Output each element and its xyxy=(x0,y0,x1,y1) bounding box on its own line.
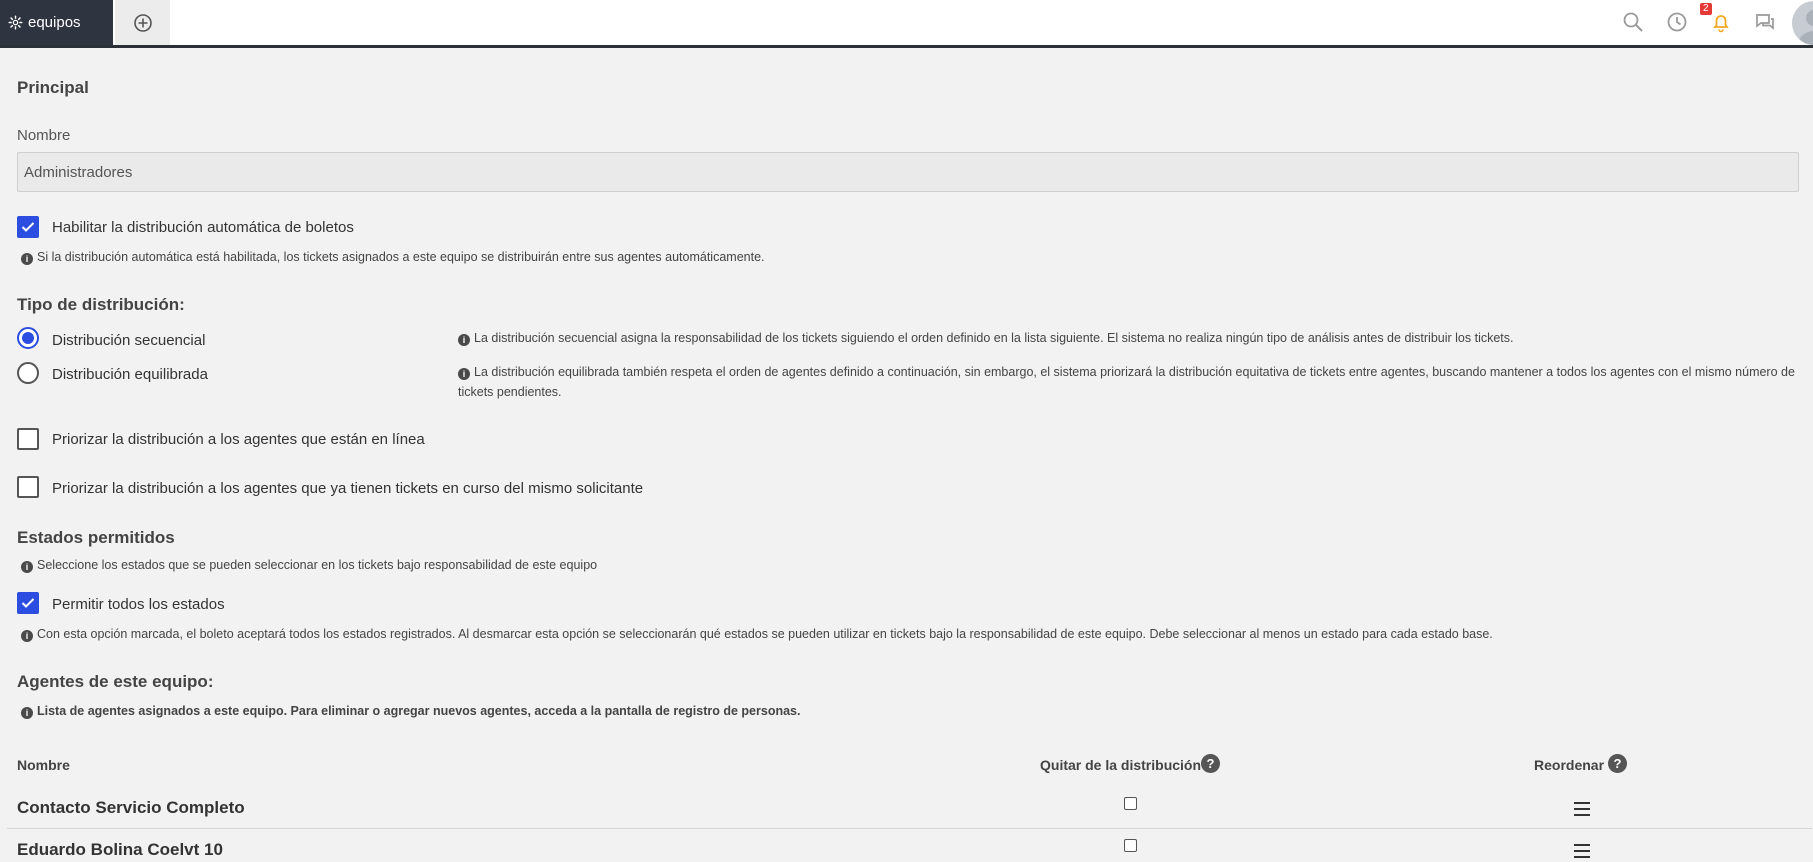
section-title-principal: Principal xyxy=(17,78,89,97)
search-button[interactable] xyxy=(1619,8,1647,36)
column-header-remove-label: Quitar de la distribución xyxy=(1040,757,1202,773)
help-icon[interactable]: ? xyxy=(1201,754,1221,773)
section-title-agents: Agentes de este equipo: xyxy=(17,672,214,691)
avatar[interactable] xyxy=(1792,1,1813,45)
tab-equipos[interactable]: equipos xyxy=(0,0,113,45)
info-icon: i xyxy=(21,707,33,719)
info-icon: i xyxy=(458,368,470,380)
info-icon: i xyxy=(21,630,33,642)
add-tab-icon xyxy=(133,13,152,32)
user-avatar-icon xyxy=(1798,10,1813,45)
prioritize-same-requester-label[interactable]: Priorizar la distribución a los agentes … xyxy=(52,480,643,497)
help-icon[interactable]: ? xyxy=(1607,754,1627,773)
balanced-distribution-label[interactable]: Distribución equilibrada xyxy=(52,366,208,383)
info-icon: i xyxy=(21,561,33,573)
agent-row-name: Contacto Servicio Completo xyxy=(17,798,245,817)
chat-icon xyxy=(1756,14,1774,30)
remove-from-distribution-checkbox[interactable] xyxy=(1124,839,1137,852)
add-tab-button[interactable] xyxy=(115,0,170,45)
section-title-states: Estados permitidos xyxy=(17,528,175,547)
row-divider xyxy=(7,828,1812,829)
check-icon xyxy=(21,598,35,608)
sequential-distribution-hint: i La distribución secuencial asigna la re… xyxy=(458,328,1808,348)
top-bar: equipos 2 xyxy=(0,0,1813,48)
states-hint: i Seleccione los estados que se pueden se… xyxy=(21,555,597,575)
column-header-reorder: Reordenar ? xyxy=(1534,754,1627,773)
prioritize-online-label[interactable]: Priorizar la distribución a los agentes … xyxy=(52,431,425,448)
auto-distribution-checkbox[interactable] xyxy=(17,216,39,238)
section-title-distribution: Tipo de distribución: xyxy=(17,295,185,314)
remove-from-distribution-checkbox[interactable] xyxy=(1124,797,1137,810)
prioritize-online-checkbox[interactable] xyxy=(17,428,39,450)
radio-sequential-distribution[interactable] xyxy=(17,327,39,349)
gear-icon xyxy=(8,15,23,30)
name-field-label: Nombre xyxy=(17,127,71,144)
balanced-distribution-hint-text: La distribución equilibrada también resp… xyxy=(458,365,1795,399)
chat-button[interactable] xyxy=(1751,8,1779,36)
radio-balanced-distribution[interactable] xyxy=(17,362,39,384)
agents-hint-text: Lista de agentes asignados a este equipo… xyxy=(37,704,801,718)
sequential-distribution-label[interactable]: Distribución secuencial xyxy=(52,332,205,349)
agent-row-name: Eduardo Bolina Coelvt 10 xyxy=(17,840,223,859)
check-icon xyxy=(21,222,35,232)
agents-hint: i Lista de agentes asignados a este equip… xyxy=(21,701,800,721)
reorder-handle-icon[interactable] xyxy=(1574,802,1590,820)
column-header-reorder-label: Reordenar xyxy=(1534,757,1605,773)
auto-distribution-label[interactable]: Habilitar la distribución automática de … xyxy=(52,219,354,236)
search-icon xyxy=(1623,12,1643,32)
balanced-distribution-hint: i La distribución equilibrada también res… xyxy=(458,362,1808,402)
allow-all-states-hint-text: Con esta opción marcada, el boleto acept… xyxy=(37,627,1493,641)
sequential-distribution-hint-text: La distribución secuencial asigna la res… xyxy=(474,331,1514,345)
info-icon: i xyxy=(21,253,33,265)
auto-distribution-hint-text: Si la distribución automática está habil… xyxy=(37,250,765,264)
reorder-handle-icon[interactable] xyxy=(1574,844,1590,862)
tab-label: equipos xyxy=(28,14,81,31)
bell-icon xyxy=(1713,15,1729,33)
name-input[interactable] xyxy=(17,152,1799,192)
auto-distribution-hint: i Si la distribución automática está habi… xyxy=(21,247,765,267)
prioritize-same-requester-checkbox[interactable] xyxy=(17,476,39,498)
allow-all-states-hint: i Con esta opción marcada, el boleto acep… xyxy=(21,624,1493,644)
column-header-remove: Quitar de la distribución? xyxy=(1040,754,1221,773)
states-hint-text: Seleccione los estados que se pueden sel… xyxy=(37,558,598,572)
info-icon: i xyxy=(458,334,470,346)
allow-all-states-label[interactable]: Permitir todos los estados xyxy=(52,596,225,613)
history-icon xyxy=(1667,12,1687,32)
column-header-name: Nombre xyxy=(17,757,70,773)
notification-badge: 2 xyxy=(1700,3,1712,15)
history-button[interactable] xyxy=(1663,8,1691,36)
allow-all-states-checkbox[interactable] xyxy=(17,592,39,614)
